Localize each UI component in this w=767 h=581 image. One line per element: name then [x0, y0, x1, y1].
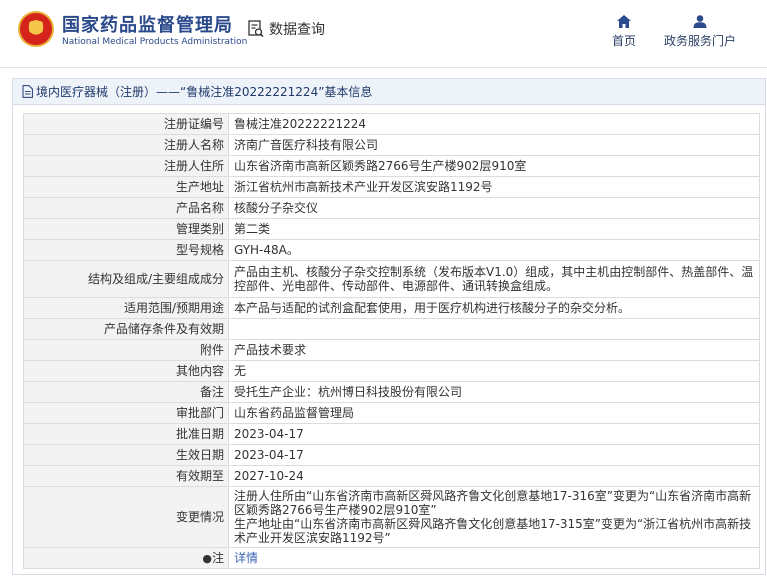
table-row: 注册证编号 鲁械注准20222221224	[23, 113, 760, 135]
table-row: 生效日期 2023-04-17	[23, 444, 760, 466]
home-icon	[617, 15, 631, 28]
table-row: 产品名称 核酸分子杂交仪	[23, 197, 760, 219]
nav-portal-label: 政务服务门户	[663, 34, 736, 48]
panel-title: 境内医疗器械（注册）——“鲁械注准20222221224”基本信息	[36, 85, 373, 99]
row-value: 山东省药品监督管理局	[228, 402, 760, 424]
record-panel: 境内医疗器械（注册）——“鲁械注准20222221224”基本信息 注册证编号鲁…	[12, 78, 766, 575]
row-key: 注册人名称	[23, 134, 229, 156]
table-row: 型号规格 GYH-48A。	[23, 239, 760, 261]
table-row: 适用范围/预期用途 本产品与适配的试剂盒配套使用，用于医疗机构进行核酸分子的杂交分…	[23, 297, 760, 319]
site-header: 国家药品监督管理局 National Medical Products Admi…	[0, 0, 767, 68]
table-row: 注册人名称 济南广音医疗科技有限公司	[23, 134, 760, 156]
row-key: 管理类别	[23, 218, 229, 240]
brand-name-cn[interactable]: 国家药品监督管理局	[62, 11, 233, 37]
row-key: 产品储存条件及有效期	[23, 318, 229, 340]
row-key: 有效期至	[23, 465, 229, 487]
note-key-label: 注	[211, 550, 224, 565]
row-key: 其他内容	[23, 360, 229, 382]
row-value: 核酸分子杂交仪	[228, 197, 760, 219]
row-value: 鲁械注准20222221224	[228, 113, 760, 135]
table-row: 注册人住所 山东省济南市高新区颖秀路2766号生产楼902层910室	[23, 155, 760, 177]
row-value: 详情	[228, 547, 760, 569]
header-divider	[0, 67, 767, 68]
row-value: 浙江省杭州市高新技术产业开发区滨安路1192号	[228, 176, 760, 198]
table-row: 其他内容无	[23, 360, 760, 382]
row-value	[228, 318, 760, 340]
row-key: 批准日期	[23, 423, 229, 445]
document-icon	[22, 85, 33, 98]
table-row: 附件 产品技术要求	[23, 339, 760, 361]
table-row: 变更情况 注册人住所由“山东省济南市高新区舜风路齐鲁文化创意基地17-316室”变…	[23, 486, 760, 548]
panel-title-bar: 境内医疗器械（注册）——“鲁械注准20222221224”基本信息	[13, 79, 765, 105]
search-document-icon	[248, 20, 264, 38]
row-value: 济南广音医疗科技有限公司	[228, 134, 760, 156]
row-value: 产品技术要求	[228, 339, 760, 361]
table-row: 生产地址 浙江省杭州市高新技术产业开发区滨安路1192号	[23, 176, 760, 198]
user-icon	[693, 15, 707, 28]
table-row: 审批部门 山东省药品监督管理局	[23, 402, 760, 424]
row-key: 生效日期	[23, 444, 229, 466]
row-value: 山东省济南市高新区颖秀路2766号生产楼902层910室	[228, 155, 760, 177]
nmpa-emblem-logo[interactable]	[18, 11, 54, 47]
data-query-link[interactable]: 数据查询	[248, 18, 325, 40]
table-row: ●注 详情	[23, 547, 760, 569]
row-value: 本产品与适配的试剂盒配套使用，用于医疗机构进行核酸分子的杂交分析。	[228, 297, 760, 319]
table-row: 管理类别 第二类	[23, 218, 760, 240]
row-value: 2023-04-17	[228, 423, 760, 445]
row-key: 备注	[23, 381, 229, 403]
row-key: 产品名称	[23, 197, 229, 219]
details-link[interactable]: 详情	[234, 551, 258, 565]
row-key: 注册人住所	[23, 155, 229, 177]
row-value: 产品由主机、核酸分子杂交控制系统（发布版本V1.0）组成，其中主机由控制部件、热…	[228, 260, 760, 298]
row-value: 受托生产企业：杭州博日科技股份有限公司	[228, 381, 760, 403]
row-key: 生产地址	[23, 176, 229, 198]
row-key: 结构及组成/主要组成成分	[23, 260, 229, 298]
row-key: 注册证编号	[23, 113, 229, 135]
row-value: GYH-48A。	[228, 239, 760, 261]
registration-info-table: 注册证编号 鲁械注准20222221224 注册人名称 济南广音医疗科技有限公司 注…	[23, 113, 760, 569]
row-value-change-history: 注册人住所由“山东省济南市高新区舜风路齐鲁文化创意基地17-316室”变更为“山…	[228, 486, 760, 548]
table-row: 结构及组成/主要组成成分 产品由主机、核酸分子杂交控制系统（发布版本V1.0）组成…	[23, 260, 760, 298]
row-key-note: ●注	[23, 547, 229, 569]
row-value: 第二类	[228, 218, 760, 240]
nav-home-label: 首页	[611, 34, 636, 48]
data-query-label: 数据查询	[269, 22, 325, 38]
row-key: 附件	[23, 339, 229, 361]
nav-service-portal[interactable]: 政务服务门户	[663, 15, 737, 49]
row-value: 无	[228, 360, 760, 382]
table-row: 备注 受托生产企业：杭州博日科技股份有限公司	[23, 381, 760, 403]
table-row: 产品储存条件及有效期	[23, 318, 760, 340]
row-key: 型号规格	[23, 239, 229, 261]
brand-name-en: National Medical Products Administration	[62, 37, 248, 47]
location-pin-icon: ●	[202, 551, 212, 565]
table-row: 有效期至 2027-10-24	[23, 465, 760, 487]
table-row: 批准日期 2023-04-17	[23, 423, 760, 445]
row-key: 审批部门	[23, 402, 229, 424]
row-value: 2023-04-17	[228, 444, 760, 466]
row-key: 适用范围/预期用途	[23, 297, 229, 319]
row-key: 变更情况	[23, 486, 229, 548]
row-value: 2027-10-24	[228, 465, 760, 487]
nav-home[interactable]: 首页	[609, 15, 639, 49]
